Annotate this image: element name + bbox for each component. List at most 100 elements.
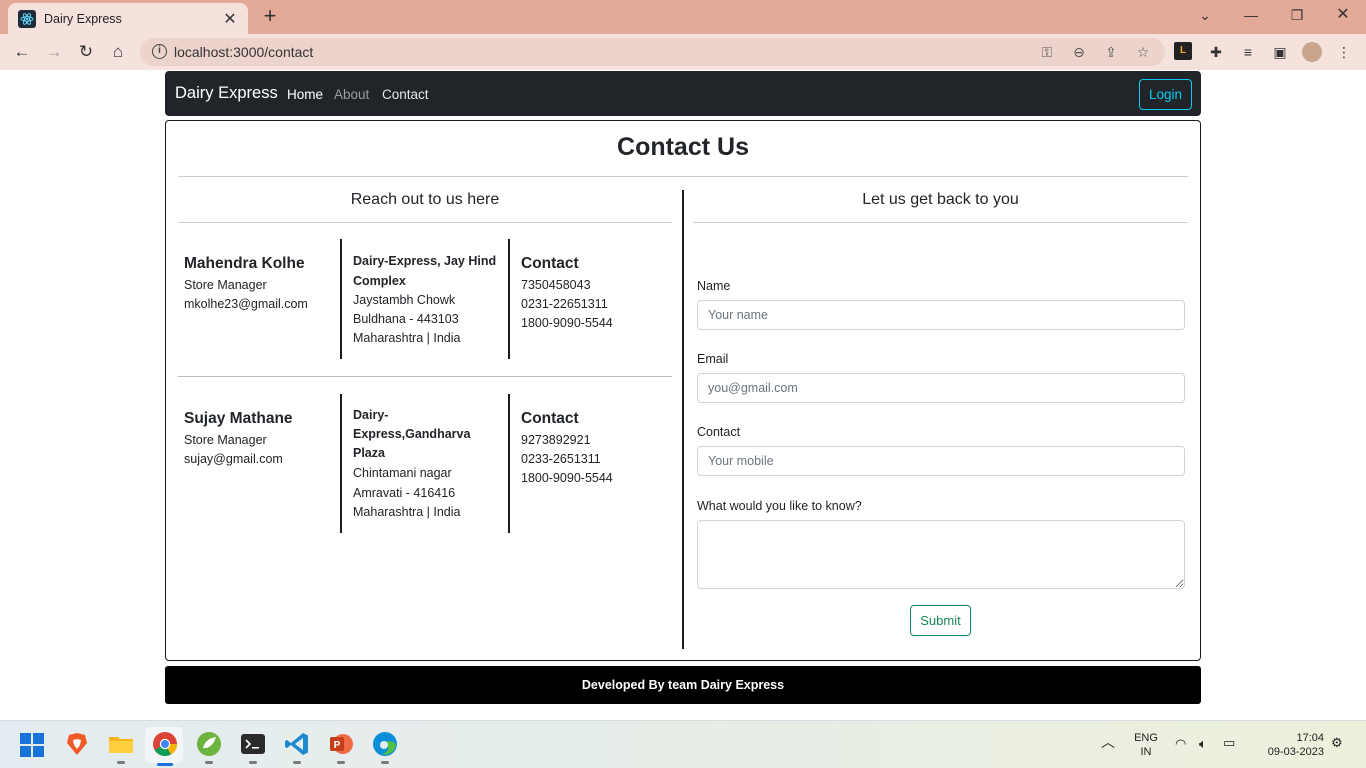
spring-tool-suite-icon[interactable] bbox=[196, 731, 222, 757]
wifi-icon[interactable]: ◠ bbox=[1175, 737, 1186, 751]
brave-browser-icon[interactable] bbox=[64, 731, 90, 757]
page-footer: Developed By team Dairy Express bbox=[165, 666, 1201, 704]
file-explorer-icon[interactable] bbox=[108, 731, 134, 757]
edge-icon[interactable] bbox=[372, 731, 398, 757]
language-indicator[interactable]: ENG IN bbox=[1130, 731, 1162, 759]
share-icon[interactable]: ⇪ bbox=[1102, 43, 1120, 61]
contact-divider bbox=[178, 376, 672, 377]
volume-icon[interactable]: 🔈︎ bbox=[1199, 737, 1207, 751]
column-divider bbox=[508, 394, 510, 533]
top-navbar: Dairy Express Home About Contact Login bbox=[165, 71, 1201, 116]
system-clock[interactable]: 17:04 09-03-2023 bbox=[1252, 731, 1324, 759]
address-line: Chintamani nagar bbox=[353, 466, 452, 480]
app-indicator bbox=[205, 761, 213, 764]
question-textarea[interactable] bbox=[697, 520, 1185, 589]
terminal-icon[interactable] bbox=[240, 731, 266, 757]
contact-role: Store Manager bbox=[184, 433, 267, 447]
home-icon[interactable]: ⌂ bbox=[106, 41, 130, 63]
address-line: Maharashtra | India bbox=[353, 505, 461, 519]
key-icon[interactable]: ⚿ bbox=[1038, 43, 1056, 61]
column-divider bbox=[340, 239, 342, 359]
browser-toolbar: ← → ↻ ⌂ i localhost:3000/contact ⚿ ⊖ ⇪ ☆… bbox=[0, 34, 1366, 70]
bookmark-star-icon[interactable]: ☆ bbox=[1134, 43, 1152, 61]
column-divider bbox=[508, 239, 510, 359]
battery-icon[interactable]: ▭ bbox=[1223, 736, 1235, 750]
app-indicator bbox=[381, 761, 389, 764]
vscode-icon[interactable] bbox=[284, 731, 310, 757]
contact-heading: Contact bbox=[521, 410, 579, 427]
contact-name: Mahendra Kolhe bbox=[184, 255, 305, 272]
nav-link-contact[interactable]: Contact bbox=[382, 87, 429, 102]
show-hidden-icons-chevron-icon[interactable]: ︿ bbox=[1101, 735, 1115, 749]
phone-number: 0231-22651311 bbox=[521, 297, 608, 311]
nav-link-home[interactable]: Home bbox=[287, 87, 323, 102]
windows-start-icon[interactable] bbox=[20, 733, 44, 757]
address-title-line: Express,Gandharva bbox=[353, 427, 471, 441]
tab-title: Dairy Express bbox=[44, 11, 122, 26]
address-bar[interactable]: i localhost:3000/contact ⚿ ⊖ ⇪ ☆ bbox=[140, 38, 1165, 66]
tab-search-chevron-icon[interactable]: ⌄ bbox=[1193, 4, 1217, 26]
submit-button[interactable]: Submit bbox=[910, 605, 971, 636]
address-line: Buldhana - 443103 bbox=[353, 312, 459, 326]
extensions-puzzle-icon[interactable]: ✚ bbox=[1206, 42, 1226, 62]
windows-taskbar: P ︿ ENG IN ◠ 🔈︎ ▭ 17:04 09-03-2023 ⚙ bbox=[0, 720, 1366, 768]
profile-avatar-icon[interactable] bbox=[1302, 42, 1322, 62]
site-info-icon[interactable]: i bbox=[152, 44, 167, 59]
restore-icon[interactable]: ❐ bbox=[1285, 4, 1309, 26]
notification-icon[interactable]: ⚙ bbox=[1331, 736, 1343, 750]
address-title-line: Complex bbox=[353, 274, 406, 288]
reload-icon[interactable]: ↻ bbox=[74, 41, 98, 63]
brand-link[interactable]: Dairy Express bbox=[175, 84, 278, 103]
contact-email: mkolhe23@gmail.com bbox=[184, 297, 308, 311]
browser-tab[interactable]: Dairy Express ✕ bbox=[8, 3, 248, 34]
left-heading: Reach out to us here bbox=[350, 191, 500, 208]
column-divider bbox=[340, 394, 342, 533]
region-code: IN bbox=[1140, 746, 1152, 758]
app-indicator bbox=[117, 761, 125, 764]
email-input[interactable] bbox=[697, 373, 1185, 403]
address-title-line: Dairy-Express, Jay Hind bbox=[353, 254, 497, 268]
contact-name: Sujay Mathane bbox=[184, 410, 293, 427]
side-panel-icon[interactable]: ▣ bbox=[1270, 42, 1290, 62]
close-window-icon[interactable]: ✕ bbox=[1331, 4, 1355, 26]
menu-kebab-icon[interactable]: ⋮ bbox=[1334, 42, 1354, 62]
browser-tab-bar: Dairy Express ✕ + ⌄ — ❐ ✕ bbox=[0, 0, 1366, 34]
left-heading-divider bbox=[178, 222, 672, 223]
powerpoint-icon[interactable]: P bbox=[328, 731, 354, 757]
app-indicator bbox=[249, 761, 257, 764]
chrome-icon[interactable] bbox=[152, 731, 178, 757]
address-line: Jaystambh Chowk bbox=[353, 293, 456, 307]
page-viewport: Dairy Express Home About Contact Login C… bbox=[0, 70, 1366, 720]
address-line: Amravati - 416416 bbox=[353, 486, 456, 500]
phone-number: 1800-9090-5544 bbox=[521, 471, 613, 485]
title-divider bbox=[178, 176, 1188, 177]
back-arrow-icon[interactable]: ← bbox=[10, 41, 34, 63]
email-label: Email bbox=[697, 352, 729, 366]
address-title-line: Dairy- bbox=[353, 408, 389, 422]
nav-link-about[interactable]: About bbox=[334, 87, 369, 102]
name-input[interactable] bbox=[697, 300, 1185, 330]
contact-role: Store Manager bbox=[184, 278, 267, 292]
login-button[interactable]: Login bbox=[1139, 79, 1192, 110]
address-line: Maharashtra | India bbox=[353, 331, 461, 345]
media-queue-icon[interactable]: ≡ bbox=[1238, 42, 1258, 62]
name-label: Name bbox=[697, 279, 731, 293]
new-tab-icon[interactable]: + bbox=[258, 5, 282, 29]
phone-number: 9273892921 bbox=[521, 433, 591, 447]
close-tab-icon[interactable]: ✕ bbox=[222, 9, 238, 29]
phone-number: 1800-9090-5544 bbox=[521, 316, 613, 330]
zoom-icon[interactable]: ⊖ bbox=[1070, 43, 1088, 61]
page-title: Contact Us bbox=[617, 133, 749, 161]
contact-label: Contact bbox=[697, 425, 741, 439]
contact-heading: Contact bbox=[521, 255, 579, 272]
svg-text:P: P bbox=[334, 740, 341, 751]
contact-card: Contact Us Reach out to us here Mahendra… bbox=[165, 120, 1201, 661]
mobile-input[interactable] bbox=[697, 446, 1185, 476]
lh-extension-icon[interactable]: L bbox=[1174, 42, 1192, 60]
forward-arrow-icon[interactable]: → bbox=[42, 41, 66, 63]
app-indicator bbox=[293, 761, 301, 764]
minimize-icon[interactable]: — bbox=[1239, 4, 1263, 26]
url-text[interactable]: localhost:3000/contact bbox=[174, 44, 313, 60]
react-logo-icon bbox=[18, 9, 36, 28]
active-app-indicator bbox=[157, 763, 173, 766]
